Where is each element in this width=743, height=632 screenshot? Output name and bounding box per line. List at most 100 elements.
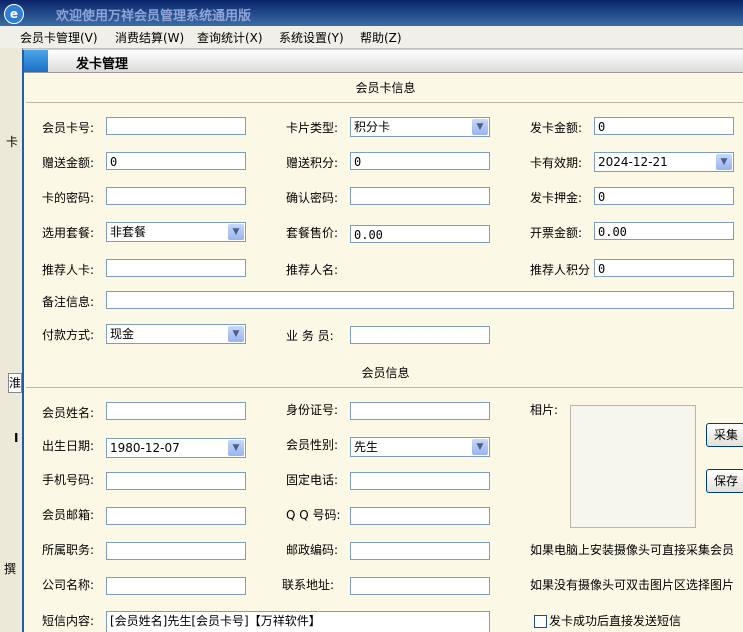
gift-amount-input[interactable]: 0 (106, 152, 246, 170)
issue-amount-input[interactable]: 0 (594, 117, 734, 135)
invoice-amount-label: 开票金额: (530, 226, 583, 240)
deposit-label: 发卡押金: (530, 191, 583, 205)
sms-content-textarea[interactable]: [会员姓名]先生[会员卡号]【万祥软件】 (106, 611, 490, 632)
hint-no-camera-text: 如果没有摄像头可双击图片区选择图片 (530, 578, 735, 592)
dialog-title: 发卡管理 (76, 57, 129, 72)
remark-label: 备注信息: (42, 295, 95, 309)
expiry-value: 2024-12-21 (598, 155, 668, 169)
job-input[interactable] (106, 542, 246, 560)
referrer-name-label: 推荐人名: (286, 263, 339, 277)
menu-help[interactable]: 帮助(Z) (360, 29, 402, 46)
id-no-label: 身份证号: (286, 403, 339, 417)
birthday-date-picker[interactable]: 1980-12-07 ▼ (106, 438, 246, 458)
background-text-fragment: 卡 (6, 135, 19, 149)
mobile-label: 手机号码: (42, 473, 95, 487)
company-input[interactable] (106, 577, 246, 595)
issue-card-dialog: 发卡管理 会员卡信息 会员卡号: 卡片类型: 积分卡 ▼ 发卡金额: 0 赠送金… (22, 50, 743, 632)
chevron-down-icon[interactable]: ▼ (472, 119, 488, 135)
birthday-label: 出生日期: (42, 439, 95, 453)
card-type-value: 积分卡 (354, 120, 391, 134)
referrer-points-input[interactable]: 0 (594, 259, 734, 277)
email-input[interactable] (106, 507, 246, 525)
dialog-titlebar: 发卡管理 (24, 50, 743, 73)
gender-select[interactable]: 先生 ▼ (350, 437, 490, 457)
invoice-amount-input[interactable]: 0.00 (594, 222, 734, 240)
gift-amount-label: 赠送金额: (42, 156, 95, 170)
job-label: 所属职务: (42, 543, 95, 557)
postcode-input[interactable] (350, 542, 490, 560)
address-label: 联系地址: (282, 578, 335, 592)
phone-input[interactable] (350, 472, 490, 490)
address-input[interactable] (350, 577, 490, 595)
menu-settings[interactable]: 系统设置(Y) (279, 29, 344, 46)
package-price-input[interactable]: 0.00 (350, 225, 490, 243)
deposit-input[interactable]: 0 (594, 187, 734, 205)
member-info-section-header: 会员信息 (26, 359, 743, 388)
package-select[interactable]: 非套餐 ▼ (106, 222, 246, 242)
card-type-label: 卡片类型: (286, 121, 339, 135)
sms-label: 短信内容: (42, 614, 95, 628)
gift-points-label: 赠送积分: (286, 156, 339, 170)
company-label: 公司名称: (42, 578, 95, 592)
member-name-input[interactable] (106, 402, 246, 420)
hint-camera-text: 如果电脑上安装摄像头可直接采集会员 (530, 543, 735, 557)
send-sms-checkbox-label: 发卡成功后直接发送短信 (549, 614, 682, 628)
chevron-down-icon[interactable]: ▼ (228, 440, 244, 456)
menu-consumption[interactable]: 消费结算(W) (115, 29, 184, 46)
id-no-input[interactable] (350, 402, 490, 420)
birthday-value: 1980-12-07 (110, 441, 180, 455)
photo-label: 相片: (530, 403, 559, 417)
app-title: 欢迎使用万祥会员管理系统通用版 (56, 9, 252, 24)
card-type-select[interactable]: 积分卡 ▼ (350, 117, 490, 137)
phone-label: 固定电话: (286, 473, 339, 487)
email-label: 会员邮箱: (42, 508, 95, 522)
issue-amount-label: 发卡金额: (530, 121, 583, 135)
menu-query-stats[interactable]: 查询统计(X) (197, 29, 263, 46)
gift-points-input[interactable]: 0 (350, 152, 490, 170)
confirm-password-input[interactable] (350, 187, 490, 205)
menu-bar: 会员卡管理(V) 消费结算(W) 查询统计(X) 系统设置(Y) 帮助(Z) (0, 26, 743, 49)
salesperson-label: 业 务 员: (286, 329, 334, 343)
package-price-label: 套餐售价: (286, 226, 339, 240)
chevron-down-icon[interactable]: ▼ (472, 439, 488, 455)
chevron-down-icon[interactable]: ▼ (716, 154, 732, 170)
referrer-card-input[interactable] (106, 259, 246, 277)
menu-card-management[interactable]: 会员卡管理(V) (20, 29, 98, 46)
capture-button[interactable]: 采集 (706, 423, 743, 447)
member-name-label: 会员姓名: (42, 406, 95, 420)
app-titlebar: e 欢迎使用万祥会员管理系统通用版 (0, 0, 743, 26)
send-sms-checkbox[interactable] (534, 615, 547, 628)
referrer-points-label: 推荐人积分 (530, 263, 591, 277)
card-info-section-header: 会员卡信息 (26, 74, 743, 103)
expiry-label: 卡有效期: (530, 156, 583, 170)
payment-value: 现金 (110, 327, 135, 341)
gender-label: 会员性别: (286, 438, 339, 452)
package-value: 非套餐 (110, 225, 147, 239)
background-text-fragment: Ⅰ (14, 431, 19, 445)
gender-value: 先生 (354, 440, 379, 454)
salesperson-input[interactable] (350, 326, 490, 344)
card-no-input[interactable] (106, 117, 246, 135)
background-text-fragment: 淮 (8, 373, 22, 393)
save-photo-button[interactable]: 保存 (706, 469, 743, 493)
photo-area[interactable] (570, 405, 696, 528)
payment-method-select[interactable]: 现金 ▼ (106, 324, 246, 344)
referrer-card-label: 推荐人卡: (42, 263, 95, 277)
confirm-password-label: 确认密码: (286, 191, 339, 205)
password-label: 卡的密码: (42, 191, 95, 205)
dialog-icon (24, 50, 48, 72)
package-label: 选用套餐: (42, 226, 95, 240)
card-no-label: 会员卡号: (42, 121, 95, 135)
remark-input[interactable] (106, 291, 734, 309)
expiry-date-picker[interactable]: 2024-12-21 ▼ (594, 152, 734, 172)
chevron-down-icon[interactable]: ▼ (228, 224, 244, 240)
postcode-label: 邮政编码: (286, 543, 339, 557)
background-text-fragment: 撰 (4, 562, 17, 576)
mobile-input[interactable] (106, 472, 246, 490)
qq-input[interactable] (350, 507, 490, 525)
qq-label: Q Q 号码: (286, 508, 341, 522)
background-window-strip: 卡 淮 Ⅰ 撰 (0, 48, 23, 632)
chevron-down-icon[interactable]: ▼ (228, 326, 244, 342)
app-icon: e (4, 4, 24, 24)
password-input[interactable] (106, 187, 246, 205)
